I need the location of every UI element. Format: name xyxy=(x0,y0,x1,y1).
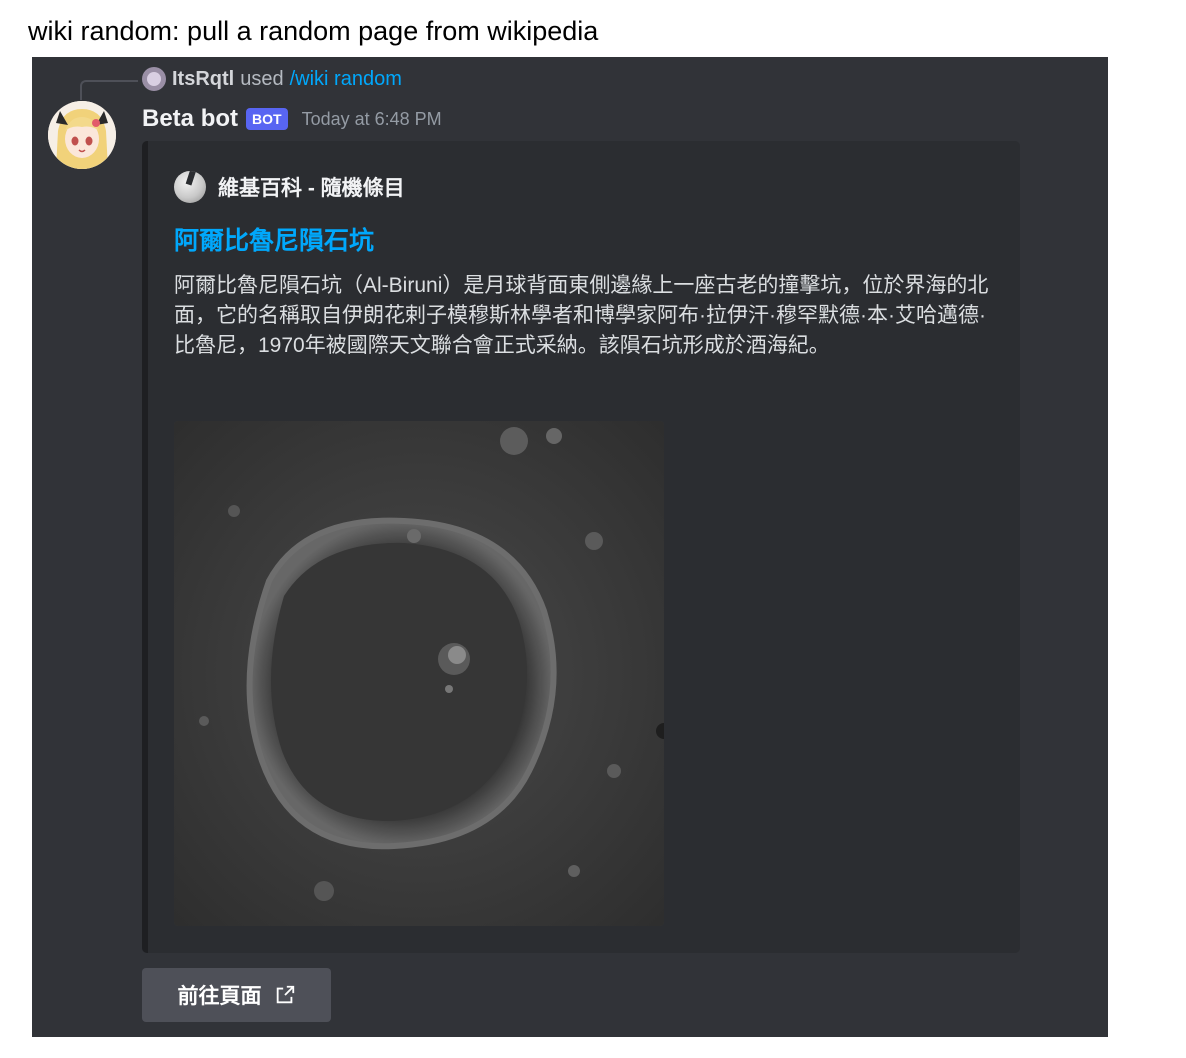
bot-username[interactable]: Beta bot xyxy=(142,105,238,133)
embed-card: 維基百科 - 隨機條目 阿爾比魯尼隕石坑 阿爾比魯尼隕石坑（Al-Biruni）… xyxy=(142,141,1020,953)
embed-description: 阿爾比魯尼隕石坑（Al-Biruni）是月球背面東側邊緣上一座古老的撞擊坑，位於… xyxy=(174,274,989,357)
reply-used-text: used xyxy=(240,67,284,90)
page-caption: wiki random: pull a random page from wik… xyxy=(28,16,599,46)
external-link-icon xyxy=(276,985,294,1004)
reply-command[interactable]: /wiki random xyxy=(290,68,402,91)
wikipedia-globe-icon xyxy=(174,171,206,203)
reply-username[interactable]: ItsRqtl xyxy=(172,68,234,91)
open-page-button[interactable]: 前往頁面 xyxy=(142,968,331,1022)
bot-avatar[interactable] xyxy=(48,101,116,169)
embed-title-link[interactable]: 阿爾比魯尼隕石坑 xyxy=(174,221,374,257)
message-header: Beta bot BOT Today at 6:48 PM xyxy=(142,102,442,136)
bot-badge: BOT xyxy=(246,108,288,130)
embed-author: 維基百科 - 隨機條目 xyxy=(174,171,405,203)
crater-image[interactable] xyxy=(174,421,664,926)
reply-user-avatar[interactable] xyxy=(142,67,166,91)
reply-context[interactable]: ItsRqtl used /wiki random xyxy=(142,66,402,92)
message-timestamp: Today at 6:48 PM xyxy=(301,108,442,129)
embed-author-name: 維基百科 - 隨機條目 xyxy=(218,177,405,200)
reply-connector xyxy=(80,80,138,100)
open-page-label: 前往頁面 xyxy=(177,985,262,1008)
